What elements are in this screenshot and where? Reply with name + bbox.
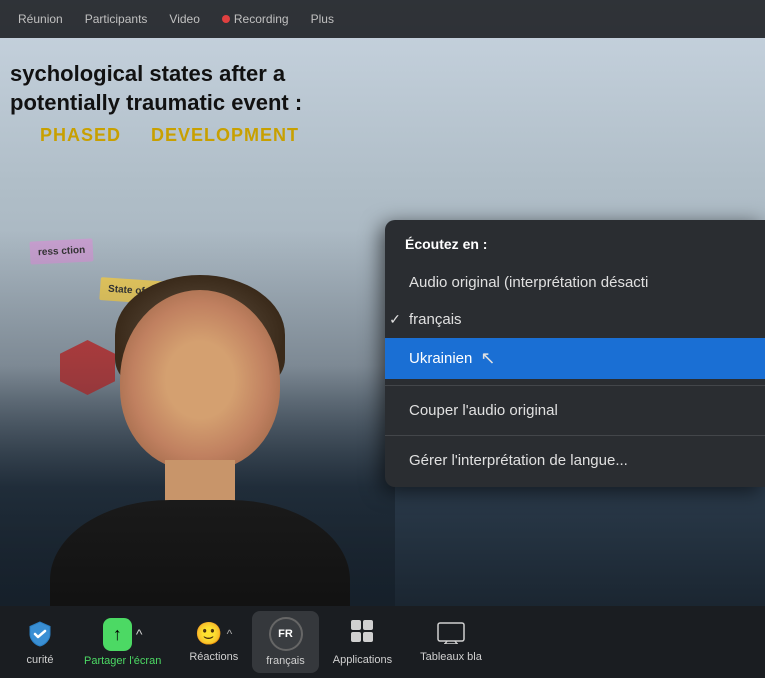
dropdown-divider-1 (385, 385, 765, 386)
dropdown-item-couper[interactable]: Couper l'audio original (385, 392, 765, 429)
dropdown-divider-2 (385, 435, 765, 436)
tableaux-label: Tableaux bla (420, 651, 482, 663)
reactions-emoji-icon: 🙂 (195, 621, 222, 647)
reactions-chevron-icon[interactable]: ^ (227, 627, 233, 641)
checkmark-francais: ✓ (385, 311, 405, 328)
security-label: curité (27, 654, 54, 666)
applications-label: Applications (333, 654, 392, 666)
shield-icon (24, 618, 56, 650)
share-up-icon: ↑ (113, 624, 122, 645)
menu-plus[interactable]: Plus (303, 10, 342, 28)
cursor-icon: ↖ (480, 348, 495, 369)
item-label-gerer: Gérer l'interprétation de langue... (405, 452, 628, 469)
share-row: ↑ ^ (103, 618, 143, 651)
menu-recording[interactable]: Recording (214, 10, 297, 28)
item-label-ukrainien: Ukrainien (405, 350, 472, 367)
slide-content: sychological states after a potentially … (0, 60, 385, 146)
toolbar-tableaux[interactable]: Tableaux bla (406, 616, 496, 669)
dropdown-header: Écoutez en : (385, 236, 765, 264)
tableaux-icon (437, 622, 465, 647)
person-area (0, 230, 395, 610)
toolbar-share[interactable]: ↑ ^ Partager l'écran (70, 612, 175, 673)
toolbar-language[interactable]: FR français (252, 611, 319, 673)
dropdown-item-francais[interactable]: ✓ français (385, 301, 765, 338)
slide-title: sychological states after a potentially … (0, 60, 385, 117)
share-button[interactable]: ↑ (103, 618, 132, 651)
reactions-row: 🙂 ^ (195, 621, 232, 647)
dropdown-item-ukrainien[interactable]: Ukrainien ↖ (385, 338, 765, 379)
share-label: Partager l'écran (84, 655, 161, 667)
applications-icon (349, 618, 375, 650)
toolbar-security[interactable]: curité (10, 612, 70, 672)
top-bar: Réunion Participants Video Recording Plu… (0, 0, 765, 38)
share-chevron-icon[interactable]: ^ (136, 626, 143, 642)
slide-subtitle: Phased Development (0, 125, 385, 146)
menu-video[interactable]: Video (161, 10, 207, 28)
lang-code: FR (278, 628, 293, 640)
toolbar: curité ↑ ^ Partager l'écran 🙂 ^ Réaction… (0, 606, 765, 678)
menu-participants[interactable]: Participants (77, 10, 156, 28)
dropdown-item-original[interactable]: Audio original (interprétation désacti (385, 264, 765, 301)
reactions-label: Réactions (189, 651, 238, 663)
recording-dot (222, 15, 230, 23)
item-label-francais: français (405, 311, 462, 328)
language-dropdown: Écoutez en : Audio original (interprétat… (385, 220, 765, 487)
lang-badge: FR (269, 617, 303, 651)
dropdown-item-gerer[interactable]: Gérer l'interprétation de langue... (385, 442, 765, 479)
item-label-original: Audio original (interprétation désacti (405, 274, 648, 291)
menu-reunion[interactable]: Réunion (10, 10, 71, 28)
person-body (50, 500, 350, 610)
item-label-couper: Couper l'audio original (405, 402, 558, 419)
lang-label: français (266, 655, 305, 667)
toolbar-reactions[interactable]: 🙂 ^ Réactions (175, 615, 252, 669)
toolbar-applications[interactable]: Applications (319, 612, 406, 672)
person-head (120, 290, 280, 470)
